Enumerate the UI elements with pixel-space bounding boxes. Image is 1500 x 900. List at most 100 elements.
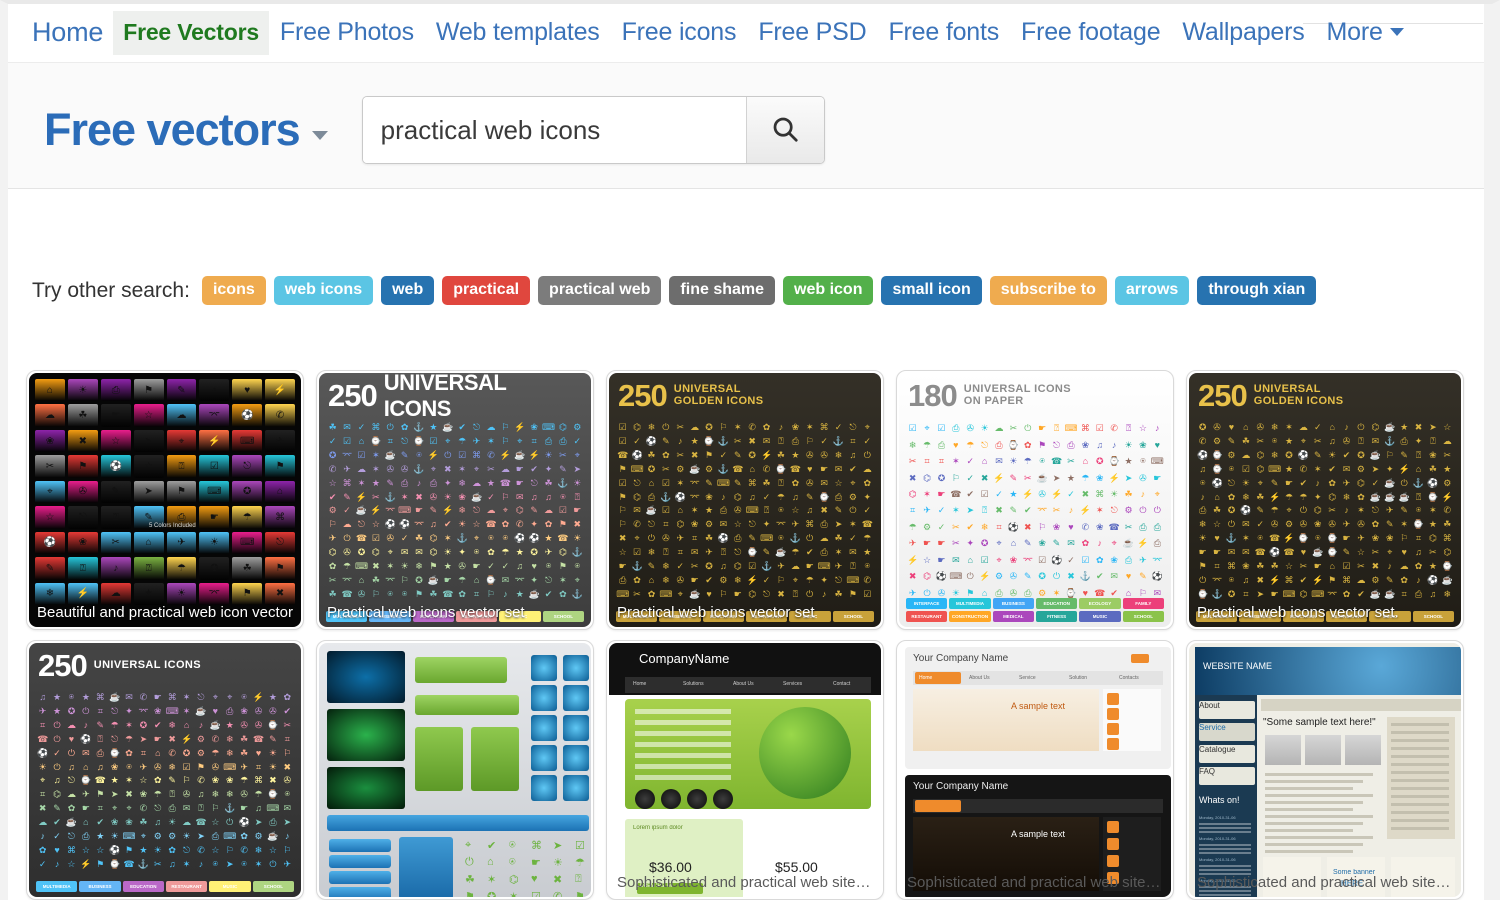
sheet-icon: ☘ [776,449,785,460]
search-input[interactable] [362,97,746,163]
sheet-icon: ☕ [528,589,540,600]
sheet-icon: ❀ [225,775,234,786]
sheet-icon: ⌚ [267,719,279,730]
sheet-icon: ✪ [182,747,191,758]
hero-text-line [635,709,731,714]
caret-down-icon[interactable] [311,130,328,140]
sheet-icon: ☂ [1023,456,1032,467]
category-chip: CONSTRUCTION [949,611,991,622]
sheet-icon: ⎙ [429,477,438,488]
search-tag-practical[interactable]: practical [442,276,531,306]
nav-item-home[interactable]: Home [28,12,113,55]
sheet-icon: ⌗ [1243,589,1249,600]
search-tag-web[interactable]: web [381,276,435,306]
nav-item-web-templates[interactable]: Web templates [425,13,611,54]
sheet-icon: ☆ [268,845,277,856]
sheet-icon: ⎙ [544,435,553,446]
sheet-icon: ⎙ [1153,521,1161,532]
sheet-icon: ⌘ [819,421,829,432]
search-tag-subscribe-to[interactable]: subscribe to [989,276,1107,306]
sheet-icon: ☑ [343,435,352,446]
result-card[interactable]: ⌂ ☀ ⎙ ⚑ ✎ ⌖ ♥ ⚡ ☁ ☘ ☛ ☆ ☁ ⌤ ⚽ ✆ ❀ ✖ ☆ ➤ ⌖ ⚡ ⌨ ✈ ✂ ⚑ ⚽ ☆ ⍰ ☑ ⎋ ⚑ ⌖ ✇ ✎ ➤ ⚑ ⌨ ✪ ⌂… [26,370,304,630]
sheet-icon: ⚑ [704,449,714,460]
nav-item-free-icons[interactable]: Free icons [611,13,748,54]
sheet-icon: ❄ [254,845,263,856]
nav-item-free-fonts[interactable]: Free fonts [877,13,1010,54]
sheet-icon: ⌚ [485,575,497,586]
nav-item-wallpapers[interactable]: Wallpapers [1171,13,1315,54]
search-tag-web-icons[interactable]: web icons [273,276,374,306]
result-card[interactable]: 180 UNIVERSAL ICONS ON PAPER ☑ ⌖ ☑ ⎙ ✇ ☀ ☁ ✂ ⏻ ☛ ⍰ ⌨ ⌘… [896,370,1174,630]
nav-item-free-vectors[interactable]: Free Vectors [113,11,269,55]
sheet-icon: ★ [429,421,438,432]
nav-item-free-psd[interactable]: Free PSD [747,13,877,54]
sheet-title: UNIVERSAL ICONS [383,373,507,421]
category-chip: BUSINESS [992,598,1034,609]
sheet-icon: ♫ [430,519,437,530]
result-card[interactable]: CompanyName Home Solutions About Us Services… [606,640,884,900]
result-thumbnail: Your Company Name Home About Us Service Solu… [899,643,1171,897]
sheet-icon: ⌤ [385,575,396,586]
sheet-icon: ⌨ [223,831,237,842]
result-card[interactable]: 250 UNIVERSAL ICONS ☘ ✉ ✓ ⌘ ⏻ ✿ ⚓ ★ ☕ ✔ ⎋ ☁ ⚐ ⚡ ❀ ⌨ ⌬ ⚙ ✓ ☑ ⌂ ⌚… [316,370,594,630]
sheet-icon: ⏻ [53,761,61,772]
sheet-icon: ☆ [1284,561,1294,572]
nav-item-free-footage[interactable]: Free footage [1010,13,1171,54]
sheet-icon: ♪ [40,831,45,842]
sheet-icon: ☁ [472,477,482,488]
sheet-icon: ☂ [153,789,162,800]
nav-item-free-photos[interactable]: Free Photos [269,13,425,54]
colors-included-note: 5 Colors Included [149,523,196,529]
sheet-icon: ⌤ [689,477,700,488]
search-tag-arrows[interactable]: arrows [1114,276,1190,306]
green-banner [471,727,519,791]
sheet-icon: ✎ [1227,435,1236,446]
sheet-icon: ♥ [1214,533,1220,544]
sheet-icon: ⚓ [760,561,773,572]
result-card[interactable]: ⌖ ✔ ⍟ ⌘ ➤ ☑ ⏻ ⌂ ⍟ ☛ ☀ ☂ ☘ ✶ ⌬ ♥ ✖ ⍰ ⚑ ✪ ✶ ☑ ✆ ⚑ [316,640,594,900]
result-card[interactable]: Your Company Name Home About Us Service Solu… [896,640,1174,900]
sheet-icon: ☁ [486,505,496,516]
sheet-icon: ☎ [37,733,49,744]
search-tag-icons[interactable]: icons [201,276,266,306]
result-card[interactable]: 250 UNIVERSAL GOLDEN ICONS ☑ ⌬ ❄ ⏻ ✂ ☁ ✪ ⚐ ✶ ✆ ✿ ♪ ❀ ✶ ⌘… [606,370,884,630]
sheet-icon: ♫ [96,761,104,772]
sheet-icon: ♥ [1228,421,1235,432]
sheet-icon: ⍰ [1415,449,1422,460]
sheet-icon: ☕ [645,505,658,516]
nav-item-more[interactable]: More [1316,13,1415,54]
search-tag-through-xian[interactable]: through xian [1197,276,1317,306]
sheet-icon: ✓ [53,831,61,842]
sheet-icon: ☑ [618,421,627,432]
search-tag-small-icon[interactable]: small icon [881,276,982,306]
search-tag-practical-web[interactable]: practical web [538,276,662,306]
search-tag-fine-shame[interactable]: fine shame [669,276,776,306]
sheet-icon: ⍟ [1228,575,1235,586]
blue-round-button [531,715,557,741]
sheet-icon: ★ [544,533,553,544]
sheet-icon: ✎ [1024,571,1032,582]
result-card[interactable]: 250 UNIVERSAL ICONS ♫ ★ ⍟ ★ ⌘ ☕ ✉ ✆ ☛ ⌘ ✶ ⎋ ⌖ ⌖ ⍟ ⚡ ★ ✿ ✈ ★ ✪ ⏻… [26,640,304,900]
sheet-icon: ✆ [748,421,756,432]
sheet-icon: ⌨ [1150,456,1164,467]
globe-graphic [759,707,851,799]
result-card[interactable]: WEBSITE NAME About Service Catalogue FAQ What… [1186,640,1464,900]
sheet-icon: ☂ [458,575,467,586]
sheet-icon: ⎙ [820,519,828,530]
green-banner [415,727,463,791]
result-card[interactable]: 250 UNIVERSAL GOLDEN ICONS ✪ ✇ ♥ ⌂ ✇ ❄ ✶ ☁ ✓ ⌂ ♪ ⏻ ⌬ ☕ ★… [1186,370,1464,630]
search-button[interactable] [745,97,824,163]
sheet-icon: ⚓ [717,435,730,446]
sheet-icon: ⌚ [1211,463,1223,474]
search-tag-web-icon[interactable]: web icon [783,276,874,306]
sheet-icon: ✪ [937,472,946,483]
sheet-icon: ⏻ [1153,505,1161,516]
sheet-icon: ✖ [1024,521,1032,532]
sheet-icon: ☎ [1283,547,1295,558]
sheet-icon: ⚑ [848,589,857,600]
icon-tile: ☂ [232,506,263,529]
sheet-icon: ✈ [777,561,785,572]
sheet-icon: ⚐ [283,747,292,758]
thumbnail-art: 250 UNIVERSAL GOLDEN ICONS ✪ ✇ ♥ ⌂ ✇ ❄ ✶ ☁ ✓ ⌂ ♪ ⏻ ⌬ ☕ ★… [1189,373,1461,627]
sheet-icon: ✔ [1357,589,1365,600]
